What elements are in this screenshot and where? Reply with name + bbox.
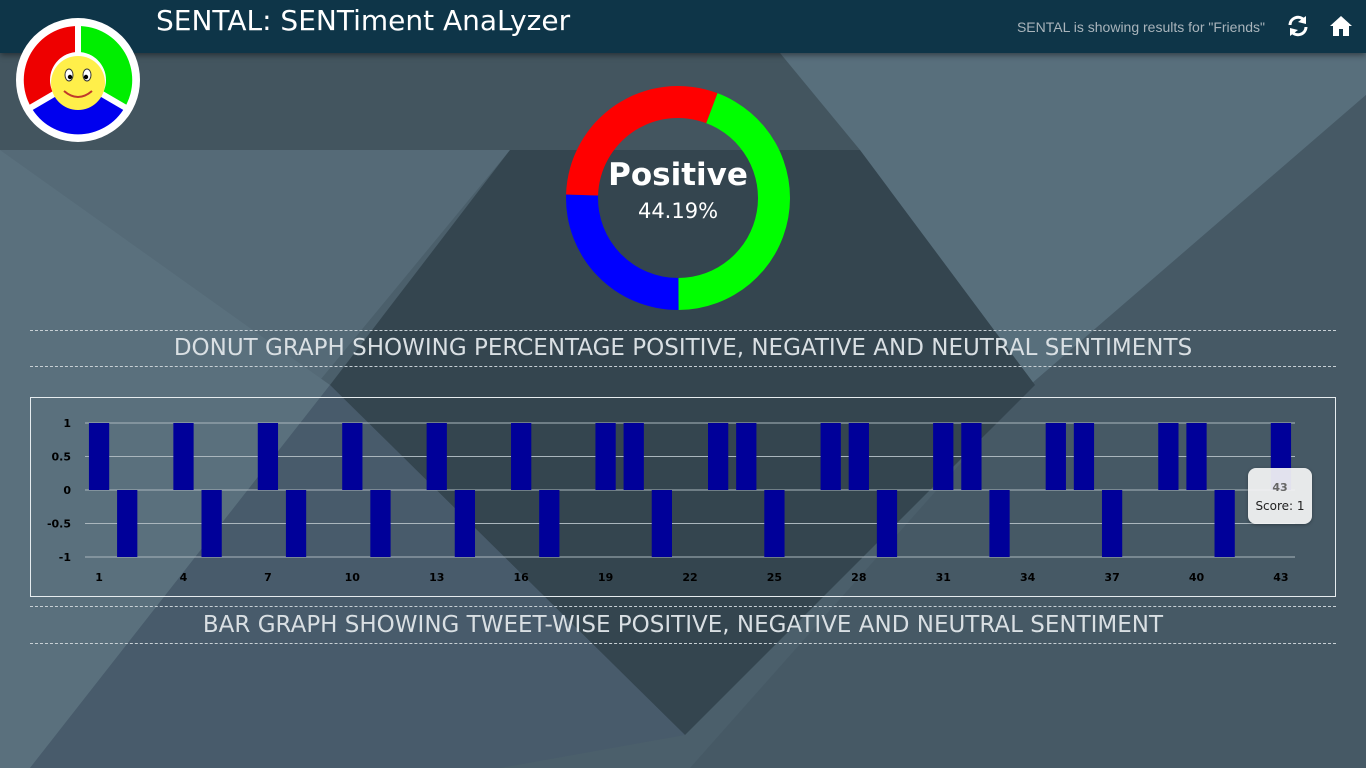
refresh-icon[interactable] — [1286, 14, 1310, 38]
home-icon[interactable] — [1329, 14, 1353, 38]
y-tick-label: 0 — [63, 484, 71, 497]
bar-tweet-27[interactable] — [820, 423, 841, 490]
bar-tweet-29[interactable] — [876, 490, 898, 557]
top-bar: SENTAL: SENTiment AnaLyzer SENTAL is sho… — [0, 0, 1366, 53]
bar-tweet-36[interactable] — [1073, 423, 1095, 490]
x-tick-label: 28 — [851, 571, 866, 584]
y-tick-label: -1 — [59, 551, 71, 564]
bar-tweet-21[interactable] — [651, 490, 672, 557]
x-tick-label: 31 — [936, 571, 951, 584]
bar-tweet-39[interactable] — [1158, 423, 1179, 490]
y-tick-label: -0.5 — [47, 518, 71, 531]
x-tick-label: 25 — [767, 571, 782, 584]
bar-tweet-32[interactable] — [961, 423, 982, 490]
bar-tweet-20[interactable] — [623, 423, 644, 490]
bar-tweet-11[interactable] — [370, 490, 391, 557]
x-tick-label: 7 — [264, 571, 272, 584]
bar-tweet-19[interactable] — [595, 423, 616, 490]
x-tick-label: 4 — [180, 571, 188, 584]
bar-tweet-5[interactable] — [201, 490, 222, 557]
bar-tweet-23[interactable] — [708, 423, 729, 490]
donut-center-label: Positive — [608, 157, 748, 193]
bar-tweet-17[interactable] — [539, 490, 560, 557]
bar-tweet-14[interactable] — [454, 490, 476, 557]
bar-caption: BAR GRAPH SHOWING TWEET-WISE POSITIVE, N… — [30, 606, 1336, 644]
bar-tweet-37[interactable] — [1101, 490, 1123, 557]
bar-tweet-40[interactable] — [1186, 423, 1207, 490]
tooltip-score: Score: 1 — [1255, 499, 1305, 513]
status-text: SENTAL is showing results for "Friends" — [1016, 19, 1265, 35]
sental-logo[interactable] — [14, 15, 142, 145]
x-tick-label: 16 — [514, 571, 530, 584]
donut-caption: DONUT GRAPH SHOWING PERCENTAGE POSITIVE,… — [30, 330, 1336, 367]
tweet-bar-chart: 1 0.5 0 -0.5 -1 1 4 7 10 13 16 19 22 25 28 31 34 37 40 43 — [30, 397, 1336, 597]
bar-tweet-31[interactable] — [933, 423, 954, 490]
y-tick-label: 1 — [63, 417, 71, 430]
bar-tweet-28[interactable] — [848, 423, 869, 490]
tooltip-title: 43 — [1272, 481, 1288, 494]
bar-tweet-2[interactable] — [117, 490, 138, 557]
x-tick-label: 13 — [429, 571, 444, 584]
bar-tweet-10[interactable] — [342, 423, 363, 490]
chart-tooltip: 43 Score: 1 — [1248, 468, 1312, 524]
x-tick-label: 22 — [682, 571, 697, 584]
bar-tweet-35[interactable] — [1045, 423, 1066, 490]
bar-tweet-8[interactable] — [285, 490, 307, 557]
bar-tweet-41[interactable] — [1214, 490, 1235, 557]
x-tick-label: 43 — [1273, 571, 1288, 584]
bar-tweet-33[interactable] — [989, 490, 1010, 557]
x-tick-label: 10 — [345, 571, 361, 584]
x-tick-label: 34 — [1020, 571, 1036, 584]
bar-tweet-4[interactable] — [173, 423, 194, 490]
bar-tweet-16[interactable] — [511, 423, 532, 490]
x-tick-label: 40 — [1189, 571, 1205, 584]
y-tick-label: 0.5 — [52, 451, 72, 464]
x-tick-label: 19 — [598, 571, 613, 584]
bar-tweet-7[interactable] — [257, 423, 279, 490]
x-tick-label: 37 — [1104, 571, 1119, 584]
bar-tweet-13[interactable] — [426, 423, 447, 490]
bar-tweet-1[interactable] — [88, 423, 110, 490]
bar-tweet-25[interactable] — [764, 490, 785, 557]
bar-tweet-24[interactable] — [736, 423, 757, 490]
app-title: SENTAL: SENTiment AnaLyzer — [156, 4, 571, 37]
donut-center-percent: 44.19% — [637, 199, 719, 223]
x-tick-label: 1 — [95, 571, 103, 584]
